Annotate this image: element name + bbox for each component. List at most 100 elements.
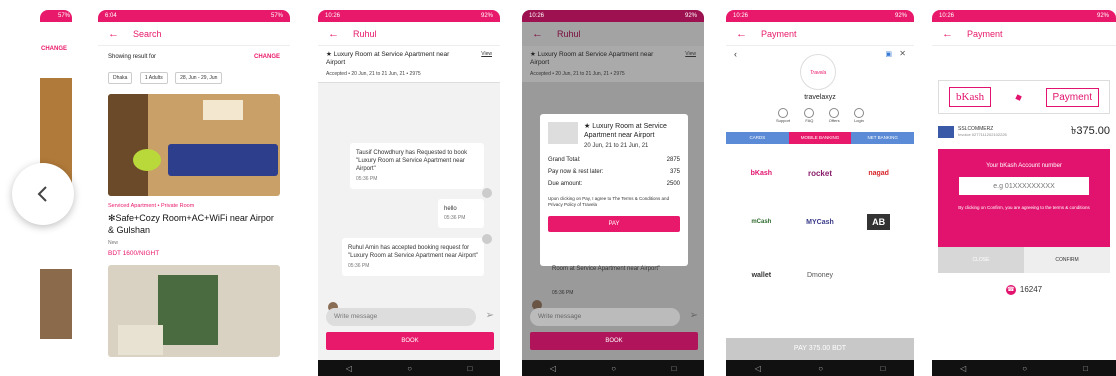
listing-category: Serviced Apartment • Private Room	[108, 203, 195, 209]
chip-dates[interactable]: 28, Jun - 29, Jun	[175, 72, 223, 84]
nav-back-icon[interactable]: ◁	[550, 364, 556, 373]
account-panel: Your bKash Account number By clicking on…	[938, 149, 1110, 247]
status-time: 10:26	[325, 13, 341, 19]
change-link[interactable]: CHANGE	[40, 46, 72, 52]
account-number-input[interactable]	[959, 177, 1089, 195]
nav-back-icon[interactable]: ◁	[346, 364, 352, 373]
merchant-logo: Travela	[800, 54, 836, 90]
listing-title[interactable]: ✻Safe+Cozy Room+AC+WiFi near Airpor & Gu…	[108, 212, 280, 236]
message-input[interactable]: Write message	[326, 308, 476, 326]
screenshot-carousel: 57% CHANGE ar 6:0457% ←Search Showing re…	[0, 0, 1116, 376]
hotline-number[interactable]: 16247	[1020, 285, 1042, 294]
method-nagad[interactable]: nagad	[849, 152, 908, 194]
booking-meta: Accepted • 20 Jun, 21 to 21 Jun, 21 • 29…	[530, 70, 625, 77]
method-ab[interactable]: AB	[867, 214, 891, 230]
chip-location[interactable]: Dhaka	[108, 72, 133, 84]
nav-home-icon[interactable]: ○	[1022, 364, 1027, 373]
nav-recents-icon[interactable]: □	[880, 364, 885, 373]
status-battery: 57%	[270, 13, 283, 19]
tab-net-banking[interactable]: NET BANKING	[851, 132, 914, 144]
view-link[interactable]: View	[481, 51, 492, 68]
pay-amount-bar[interactable]: PAY 375.00 BDT	[726, 338, 914, 360]
close-icon[interactable]: ✕	[899, 49, 906, 58]
change-link[interactable]: CHANGE	[254, 54, 280, 60]
send-icon[interactable]: ➢	[690, 310, 698, 321]
back-arrow-icon[interactable]: ←	[108, 28, 119, 40]
bird-icon: ◆	[1013, 90, 1024, 103]
nav-home-icon[interactable]: ○	[818, 364, 823, 373]
message-accepted: Ruhul Amin has accepted booking request …	[342, 237, 484, 276]
chevron-left-icon[interactable]: ‹	[734, 49, 737, 59]
book-button[interactable]: BOOK	[326, 332, 494, 350]
room-thumbnail	[548, 122, 578, 144]
link-faq[interactable]: FAQ	[804, 118, 814, 123]
grand-total-label: Grand Total:	[548, 157, 581, 164]
account-label: Your bKash Account number	[986, 163, 1062, 169]
status-battery: 92%	[480, 13, 493, 19]
payment-label: Payment	[1045, 87, 1099, 107]
showing-label: Showing result for	[108, 54, 157, 60]
merchant-icon	[938, 125, 954, 138]
message-request: Tausif Chowdhury has Requested to book "…	[350, 142, 484, 189]
nav-home-icon[interactable]: ○	[407, 364, 412, 373]
faq-icon[interactable]	[804, 108, 815, 118]
status-time: 6:04	[105, 13, 117, 19]
login-icon[interactable]	[853, 108, 864, 118]
chat-title: Ruhul	[353, 28, 377, 39]
chip-guests[interactable]: 1 Adults	[139, 72, 168, 84]
carousel-previous-button[interactable]	[12, 163, 74, 225]
nav-recents-icon[interactable]: □	[467, 364, 472, 373]
method-mcash[interactable]: mCash	[732, 198, 791, 246]
confirm-button[interactable]: CONFIRM	[1024, 247, 1110, 273]
view-link[interactable]: View	[685, 51, 696, 68]
method-wallet[interactable]: wallet	[732, 250, 791, 300]
method-dmoney[interactable]: Dmoney	[791, 250, 850, 300]
link-support[interactable]: Support	[776, 118, 790, 123]
status-time: 10:26	[939, 13, 955, 19]
support-icon[interactable]	[778, 108, 788, 118]
status-time: 10:26	[529, 13, 545, 19]
chat-title: Ruhul	[557, 29, 581, 39]
message-time: 05:36 PM	[356, 176, 378, 183]
message-text: Ruhul Amin has accepted booking request …	[348, 244, 478, 259]
listing-photo-2	[40, 269, 72, 339]
nav-home-icon[interactable]: ○	[611, 364, 616, 373]
link-offers[interactable]: Offers	[829, 118, 840, 123]
offers-icon[interactable]	[829, 108, 840, 118]
message-input[interactable]: Write message	[530, 308, 680, 326]
method-mycash[interactable]: MYCash	[791, 198, 850, 246]
tab-mobile-banking[interactable]: MOBILE BANKING	[788, 132, 852, 144]
listing-photo-2[interactable]	[108, 265, 280, 358]
listing-photo[interactable]	[108, 94, 280, 196]
nav-recents-icon[interactable]: □	[671, 364, 676, 373]
book-button[interactable]: BOOK	[530, 332, 698, 350]
send-icon[interactable]: ➢	[486, 310, 494, 321]
back-arrow-icon[interactable]: ←	[532, 28, 543, 40]
tab-cards[interactable]: CARDS	[726, 132, 789, 144]
terms-text[interactable]: Upon clicking on Pay, I agree to The Ter…	[548, 196, 680, 208]
link-login[interactable]: Login	[854, 118, 864, 123]
nav-recents-icon[interactable]: □	[1083, 364, 1088, 373]
page-title: Payment	[967, 28, 1003, 39]
status-battery: 92%	[1096, 13, 1109, 19]
status-battery: 92%	[684, 13, 697, 19]
background-time: 05:36 PM	[552, 290, 574, 296]
android-nav-bar: ◁ ○ □	[522, 360, 704, 376]
back-arrow-icon[interactable]: ←	[942, 28, 953, 40]
back-arrow-icon[interactable]: ←	[736, 28, 747, 40]
consent-text[interactable]: By clicking on Confirm, you are agreeing…	[954, 205, 1094, 211]
nav-back-icon[interactable]: ◁	[960, 364, 966, 373]
method-bkash[interactable]: bKash	[732, 152, 791, 194]
booking-meta: Accepted • 20 Jun, 21 to 21 Jun, 21 • 29…	[326, 70, 421, 77]
method-rocket[interactable]: rocket	[791, 152, 850, 194]
language-icon[interactable]: ▣	[885, 50, 892, 58]
status-time: 10:26	[733, 13, 749, 19]
screen-chat: 10:26 92% ← Ruhul ★ Luxury Room at Service…	[318, 10, 500, 376]
close-button[interactable]: CLOSE	[938, 247, 1024, 273]
pay-now-value: 375	[669, 169, 680, 176]
phone-icon: ☎	[1005, 285, 1016, 295]
back-arrow-icon[interactable]: ←	[328, 28, 339, 40]
pay-button[interactable]: PAY	[548, 215, 680, 232]
nav-back-icon[interactable]: ◁	[755, 364, 761, 373]
avatar	[482, 188, 492, 198]
